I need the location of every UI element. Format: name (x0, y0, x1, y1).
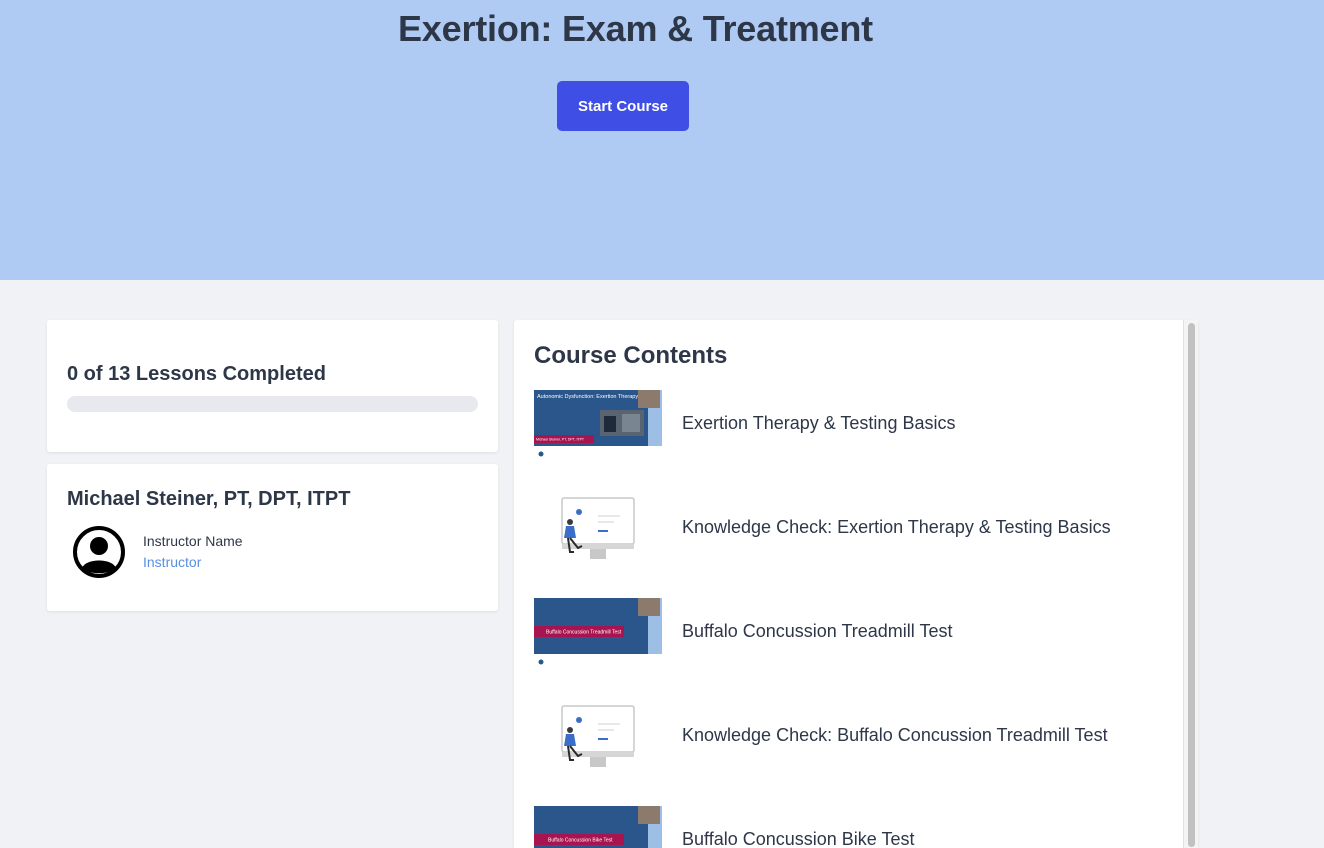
course-title: Exertion: Exam & Treatment (398, 8, 873, 49)
lesson-item[interactable]: Buffalo Concussion Treadmill Test Buffal… (534, 598, 1174, 668)
scrollbar-thumb[interactable] (1188, 323, 1195, 847)
thumbnail-slide-title: Autonomic Dysfunction: Exertion Therapy (537, 394, 638, 400)
instructor-card: Michael Steiner, PT, DPT, ITPT Instructo… (47, 464, 498, 611)
instructor-heading: Michael Steiner, PT, DPT, ITPT (67, 488, 351, 510)
thumbnail-banner-text: Buffalo Concussion Treadmill Test (546, 630, 622, 636)
lesson-item[interactable]: Knowledge Check: Exertion Therapy & Test… (534, 494, 1174, 564)
course-contents-panel: Course Contents Autonomic Dysfunction: E… (514, 320, 1198, 848)
course-hero: Exertion: Exam & Treatment Start Course (0, 0, 1324, 280)
instructor-name-label: Instructor Name (143, 533, 243, 549)
course-contents-heading: Course Contents (534, 342, 728, 369)
user-circle-icon (73, 526, 125, 578)
thumbnail-banner-text: Buffalo Concussion Bike Test (548, 838, 613, 844)
instructor-role-link[interactable]: Instructor (143, 554, 201, 570)
lessons-completed-label: 0 of 13 Lessons Completed (67, 363, 326, 385)
progress-card: 0 of 13 Lessons Completed (47, 320, 498, 452)
lesson-title: Buffalo Concussion Bike Test (682, 829, 915, 848)
quiz-thumbnail (534, 494, 662, 564)
lesson-thumbnail: Autonomic Dysfunction: Exertion Therapy … (534, 390, 662, 460)
lesson-thumbnail: Buffalo Concussion Treadmill Test (534, 598, 662, 668)
lesson-title: Exertion Therapy & Testing Basics (682, 413, 956, 433)
lesson-title: Knowledge Check: Buffalo Concussion Trea… (682, 725, 1108, 745)
lesson-thumbnail: Buffalo Concussion Bike Test (534, 806, 662, 848)
start-course-button[interactable]: Start Course (557, 81, 689, 131)
lesson-item[interactable]: Autonomic Dysfunction: Exertion Therapy … (534, 390, 1174, 460)
contents-scrollbar[interactable] (1183, 320, 1198, 848)
lesson-title: Knowledge Check: Exertion Therapy & Test… (682, 517, 1111, 537)
lesson-title: Buffalo Concussion Treadmill Test (682, 621, 953, 641)
thumbnail-slide-footer: Michael Steiner, PT, DPT, ITPT (536, 438, 585, 442)
lesson-item[interactable]: Buffalo Concussion Bike Test Buffalo Con… (534, 806, 1174, 848)
quiz-thumbnail (534, 702, 662, 772)
lesson-item[interactable]: Knowledge Check: Buffalo Concussion Trea… (534, 702, 1174, 772)
progress-bar (67, 396, 478, 412)
